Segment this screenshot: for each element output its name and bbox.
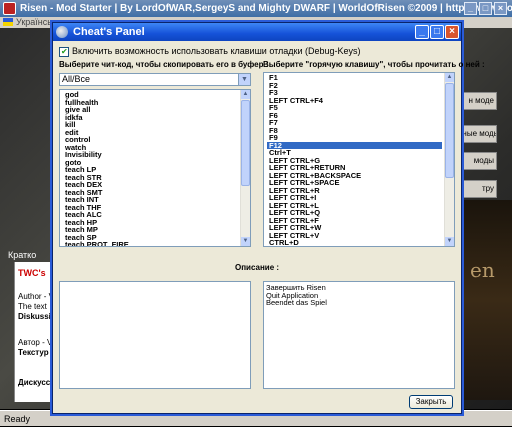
list-item[interactable]: F1 [267, 74, 442, 82]
enable-debug-keys-checkbox[interactable]: Включить возможность использовать клавиш… [59, 45, 361, 58]
checkbox-checked-icon[interactable] [59, 46, 69, 58]
maximize-button[interactable]: □ [430, 25, 444, 39]
right-button-2[interactable]: нные моды [457, 125, 497, 143]
description-line: Beendet das Spiel [266, 298, 327, 307]
list-item[interactable]: F7 [267, 119, 442, 127]
list-item[interactable]: control [63, 136, 238, 144]
main-maximize-button[interactable]: □ [479, 2, 492, 15]
cheat-list-scrollbar[interactable]: ▲ ▼ [240, 90, 250, 246]
dialog-title: Cheat's Panel [73, 26, 145, 38]
mod-info-line: Текстур [18, 348, 49, 357]
cheats-panel-dialog: Cheat's Panel _ □ × Включить возможность… [52, 22, 485, 414]
mod-info-line: The text [18, 302, 47, 311]
dialog-app-icon [56, 26, 68, 38]
list-item[interactable]: Invisibility [63, 151, 238, 159]
category-select[interactable]: All/Все ▼ [59, 73, 251, 86]
cheat-code-list[interactable]: god fullhealth give all idkfa kill edit contro… [59, 89, 251, 247]
cheat-description-box[interactable] [59, 281, 251, 389]
scroll-thumb[interactable] [241, 100, 250, 186]
list-item[interactable]: idkfa [63, 113, 238, 122]
risen-logo-fragment: en [470, 258, 495, 282]
scroll-down-icon[interactable]: ▼ [241, 237, 250, 246]
list-item[interactable]: teach PROT_FIRE [63, 241, 238, 246]
list-item[interactable]: F8 [267, 126, 442, 135]
hotkey-list-scrollbar[interactable]: ▲ ▼ [444, 73, 454, 246]
app-icon [3, 2, 16, 15]
hotkey-list[interactable]: F1 F2 F3 LEFT CTRL+F4 F5 F6 F7 F8 F9 F12 Ctrl+T LEF… [263, 72, 455, 247]
list-item[interactable]: give all [63, 106, 238, 114]
scroll-up-icon[interactable]: ▲ [445, 73, 454, 82]
hotkey-description-box[interactable]: Завершить Risen Quit Application Beendet… [263, 281, 455, 389]
dialog-title-bar[interactable]: Cheat's Panel _ □ × [53, 23, 461, 41]
main-close-button[interactable]: × [494, 2, 507, 15]
minimize-button[interactable]: _ [415, 25, 429, 39]
mod-info-line: Diskussi [18, 312, 51, 321]
description-label: Описание : [234, 263, 280, 272]
ukraine-flag-icon [3, 18, 13, 26]
mod-info-line: Дискусс [18, 378, 51, 387]
hotkey-list-label: Выберите "горячую клавишу", чтобы прочит… [263, 60, 485, 69]
list-item[interactable]: F9 [267, 134, 442, 142]
mod-info-line: Author - V [18, 292, 54, 301]
list-item[interactable]: F12 [267, 141, 442, 149]
right-button-1[interactable]: н моде [457, 92, 497, 110]
scroll-up-icon[interactable]: ▲ [241, 90, 250, 99]
close-button[interactable]: Закрыть [409, 395, 453, 409]
main-minimize-button[interactable]: _ [464, 2, 477, 15]
category-select-value: All/Все [62, 74, 91, 84]
scroll-down-icon[interactable]: ▼ [445, 237, 454, 246]
cheat-list-label: Выберите чит-код, чтобы скопировать его … [59, 60, 269, 69]
list-item[interactable]: CTRL+D [267, 239, 442, 246]
right-button-3[interactable]: моды [457, 152, 497, 170]
list-item[interactable]: F6 [267, 111, 442, 120]
language-label: Українськ [16, 17, 56, 27]
summary-heading: Кратко [8, 250, 37, 260]
chevron-down-icon[interactable]: ▼ [238, 74, 250, 85]
main-title-text: Risen - Mod Starter | By LordOfWAR,Serge… [20, 3, 512, 14]
list-item[interactable]: LEFT CTRL+F4 [267, 96, 442, 105]
list-item[interactable]: F2 [267, 81, 442, 90]
right-button-4[interactable]: тру [457, 180, 497, 198]
mod-info-line: TWC's [18, 268, 46, 278]
scroll-thumb[interactable] [445, 83, 454, 178]
game-artwork [460, 200, 512, 400]
list-item[interactable]: kill [63, 121, 238, 129]
enable-debug-keys-label: Включить возможность использовать клавиш… [72, 46, 361, 56]
close-icon[interactable]: × [445, 25, 459, 39]
main-window-title: Risen - Mod Starter | By LordOfWAR,Serge… [0, 0, 512, 17]
mod-info-line: Автор - V [18, 338, 53, 347]
list-item[interactable]: F5 [267, 104, 442, 112]
